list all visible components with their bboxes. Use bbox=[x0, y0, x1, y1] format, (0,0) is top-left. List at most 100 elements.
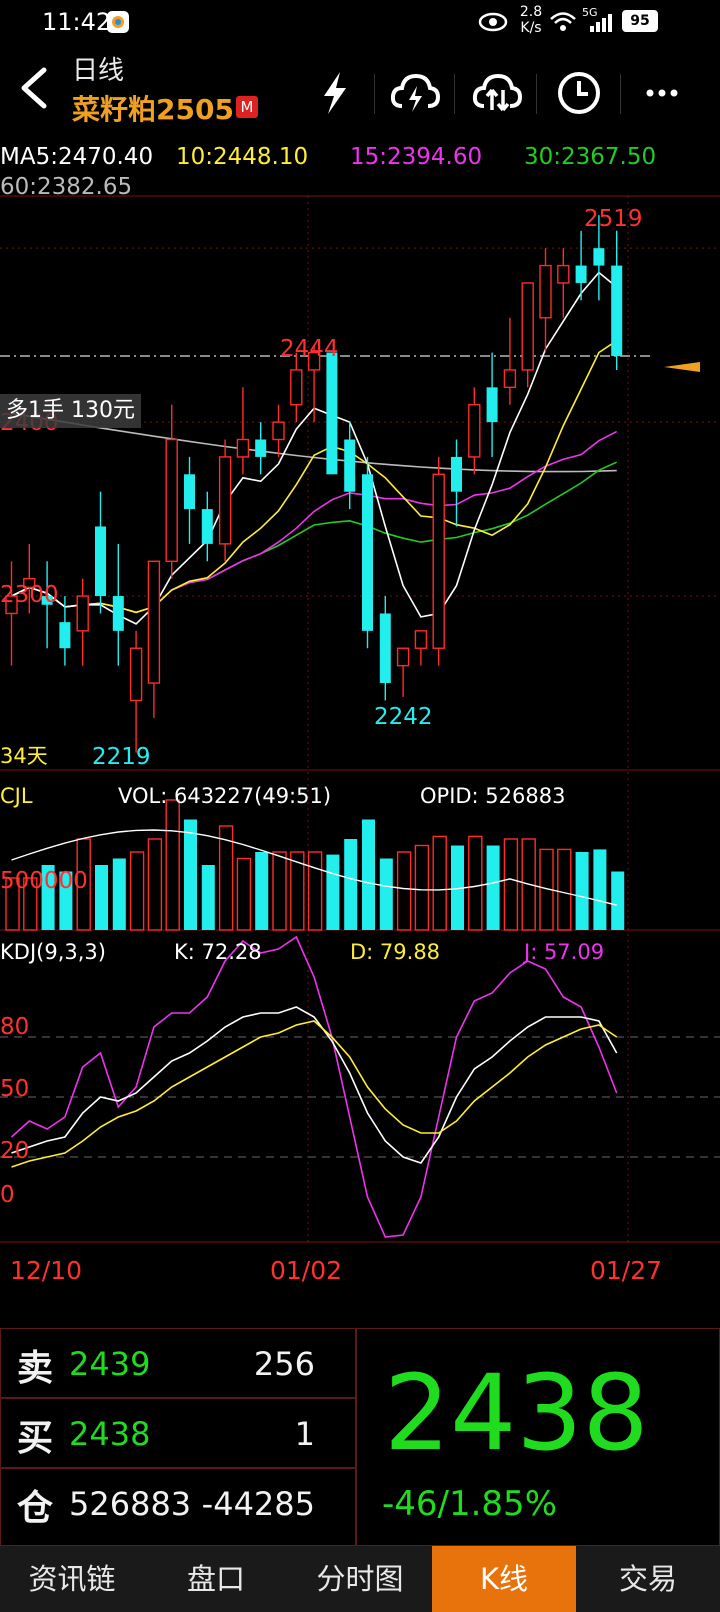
volume-bar bbox=[255, 852, 269, 930]
volume-bar bbox=[414, 844, 430, 931]
volume-bar bbox=[129, 851, 145, 931]
candle bbox=[344, 422, 356, 510]
candle bbox=[557, 248, 570, 318]
volume-bar bbox=[611, 871, 625, 930]
candle bbox=[362, 456, 373, 649]
eye-icon bbox=[478, 12, 508, 32]
candle bbox=[201, 491, 213, 562]
volume-bar bbox=[593, 849, 607, 930]
clock: 11:42 bbox=[42, 8, 112, 36]
high-label: 2519 bbox=[584, 206, 643, 232]
ask-qty: 256 bbox=[253, 1345, 315, 1383]
position-tag[interactable]: 多1手 130元 bbox=[0, 394, 141, 428]
tab-intraday[interactable]: 分时图 bbox=[288, 1546, 432, 1612]
contract-name[interactable]: 菜籽粕2505 bbox=[72, 88, 234, 128]
candle bbox=[236, 387, 250, 475]
main-contract-badge: M bbox=[236, 96, 258, 118]
kdj-axis-20: 20 bbox=[0, 1138, 30, 1164]
lightning-icon[interactable] bbox=[310, 68, 360, 118]
volume-bar bbox=[95, 865, 108, 930]
date-end: 01/27 bbox=[590, 1256, 663, 1285]
bid-row[interactable]: 买 2438 1 bbox=[0, 1398, 356, 1468]
volume-bar bbox=[272, 851, 287, 931]
candle bbox=[255, 422, 267, 475]
open-interest: 526883 bbox=[69, 1485, 192, 1523]
volume-bar bbox=[147, 838, 163, 931]
tab-order-book[interactable]: 盘口 bbox=[144, 1546, 288, 1612]
volume-bar bbox=[236, 857, 252, 931]
volume-bar bbox=[486, 845, 500, 930]
volume-bar bbox=[468, 835, 483, 931]
signal-icon bbox=[590, 14, 612, 32]
candle bbox=[184, 456, 195, 544]
kdj-d-value: D: 79.88 bbox=[350, 940, 441, 964]
candle bbox=[165, 404, 178, 579]
app-notification-icon bbox=[107, 11, 129, 33]
ask-row[interactable]: 卖 2439 256 bbox=[0, 1328, 356, 1398]
open-interest-value: OPID: 526883 bbox=[420, 784, 566, 808]
volume-bar bbox=[379, 858, 393, 930]
kdj-axis-50: 50 bbox=[0, 1076, 30, 1102]
bottom-tab-bar: 资讯链 盘口 分时图 K线 交易 bbox=[0, 1546, 720, 1612]
volume-bar bbox=[307, 851, 323, 931]
volume-bar bbox=[184, 819, 197, 930]
candle bbox=[272, 404, 285, 457]
candle bbox=[379, 596, 391, 701]
local-high-label: 2444 bbox=[280, 336, 339, 362]
volume-axis-label: 500000 bbox=[0, 868, 88, 894]
bid-label: 买 bbox=[17, 1418, 54, 1459]
clock-icon[interactable] bbox=[554, 68, 604, 118]
volume-bar bbox=[503, 838, 519, 931]
volume-bar bbox=[201, 865, 215, 930]
open-interest-change: -44285 bbox=[201, 1485, 315, 1523]
price-axis-2300: 2300 bbox=[0, 582, 59, 608]
back-icon[interactable] bbox=[16, 66, 52, 110]
date-mid: 01/02 bbox=[270, 1256, 343, 1285]
candle bbox=[486, 352, 498, 457]
more-icon[interactable] bbox=[640, 68, 690, 118]
candle bbox=[468, 387, 481, 475]
bid-price: 2438 bbox=[69, 1415, 151, 1453]
volume-bar bbox=[396, 851, 412, 931]
price-change: -46/1.85% bbox=[382, 1484, 557, 1524]
volume-bar bbox=[112, 858, 126, 930]
kdj-j-line bbox=[10, 935, 618, 1238]
candle bbox=[112, 543, 124, 666]
candle bbox=[396, 647, 410, 697]
bid-qty: 1 bbox=[294, 1415, 315, 1453]
volume-value: VOL: 643227(49:51) bbox=[118, 784, 332, 808]
volume-title: CJL bbox=[0, 784, 33, 808]
candle bbox=[503, 317, 517, 405]
tab-trade[interactable]: 交易 bbox=[576, 1546, 720, 1612]
candle bbox=[326, 352, 338, 475]
candle bbox=[5, 561, 18, 666]
kline-chart[interactable] bbox=[0, 136, 720, 1284]
app-bar: 日线 菜籽粕2505 M bbox=[0, 44, 720, 136]
volume-bar bbox=[344, 839, 358, 930]
volume-bar bbox=[326, 854, 340, 930]
status-bar: 11:42 2.8 K/s 5G 95 bbox=[0, 0, 720, 44]
candle bbox=[147, 560, 161, 718]
candle bbox=[432, 456, 445, 666]
net-speed: 2.8 K/s bbox=[519, 4, 543, 36]
candle bbox=[95, 491, 106, 614]
tab-kline[interactable]: K线 bbox=[432, 1546, 576, 1612]
volume-bar bbox=[362, 819, 375, 930]
candle bbox=[290, 352, 303, 423]
candle bbox=[414, 630, 428, 666]
page-title: 日线 bbox=[72, 56, 125, 86]
candle bbox=[451, 439, 462, 527]
open-interest-row: 仓 526883 -44285 bbox=[0, 1468, 356, 1546]
volume-bar bbox=[432, 835, 447, 931]
cloud-flash-icon[interactable] bbox=[390, 68, 440, 118]
kdj-k-value: K: 72.28 bbox=[174, 940, 262, 964]
candle bbox=[218, 439, 232, 562]
candle bbox=[76, 578, 89, 666]
date-start: 12/10 bbox=[10, 1256, 83, 1285]
local-low-label: 2242 bbox=[374, 704, 433, 730]
current-price-marker-icon bbox=[664, 362, 700, 372]
cloud-sync-icon[interactable] bbox=[472, 68, 522, 118]
tab-news-chain[interactable]: 资讯链 bbox=[0, 1546, 144, 1612]
kdj-title: KDJ(9,3,3) bbox=[0, 940, 106, 964]
kdj-k-line bbox=[11, 1006, 618, 1164]
